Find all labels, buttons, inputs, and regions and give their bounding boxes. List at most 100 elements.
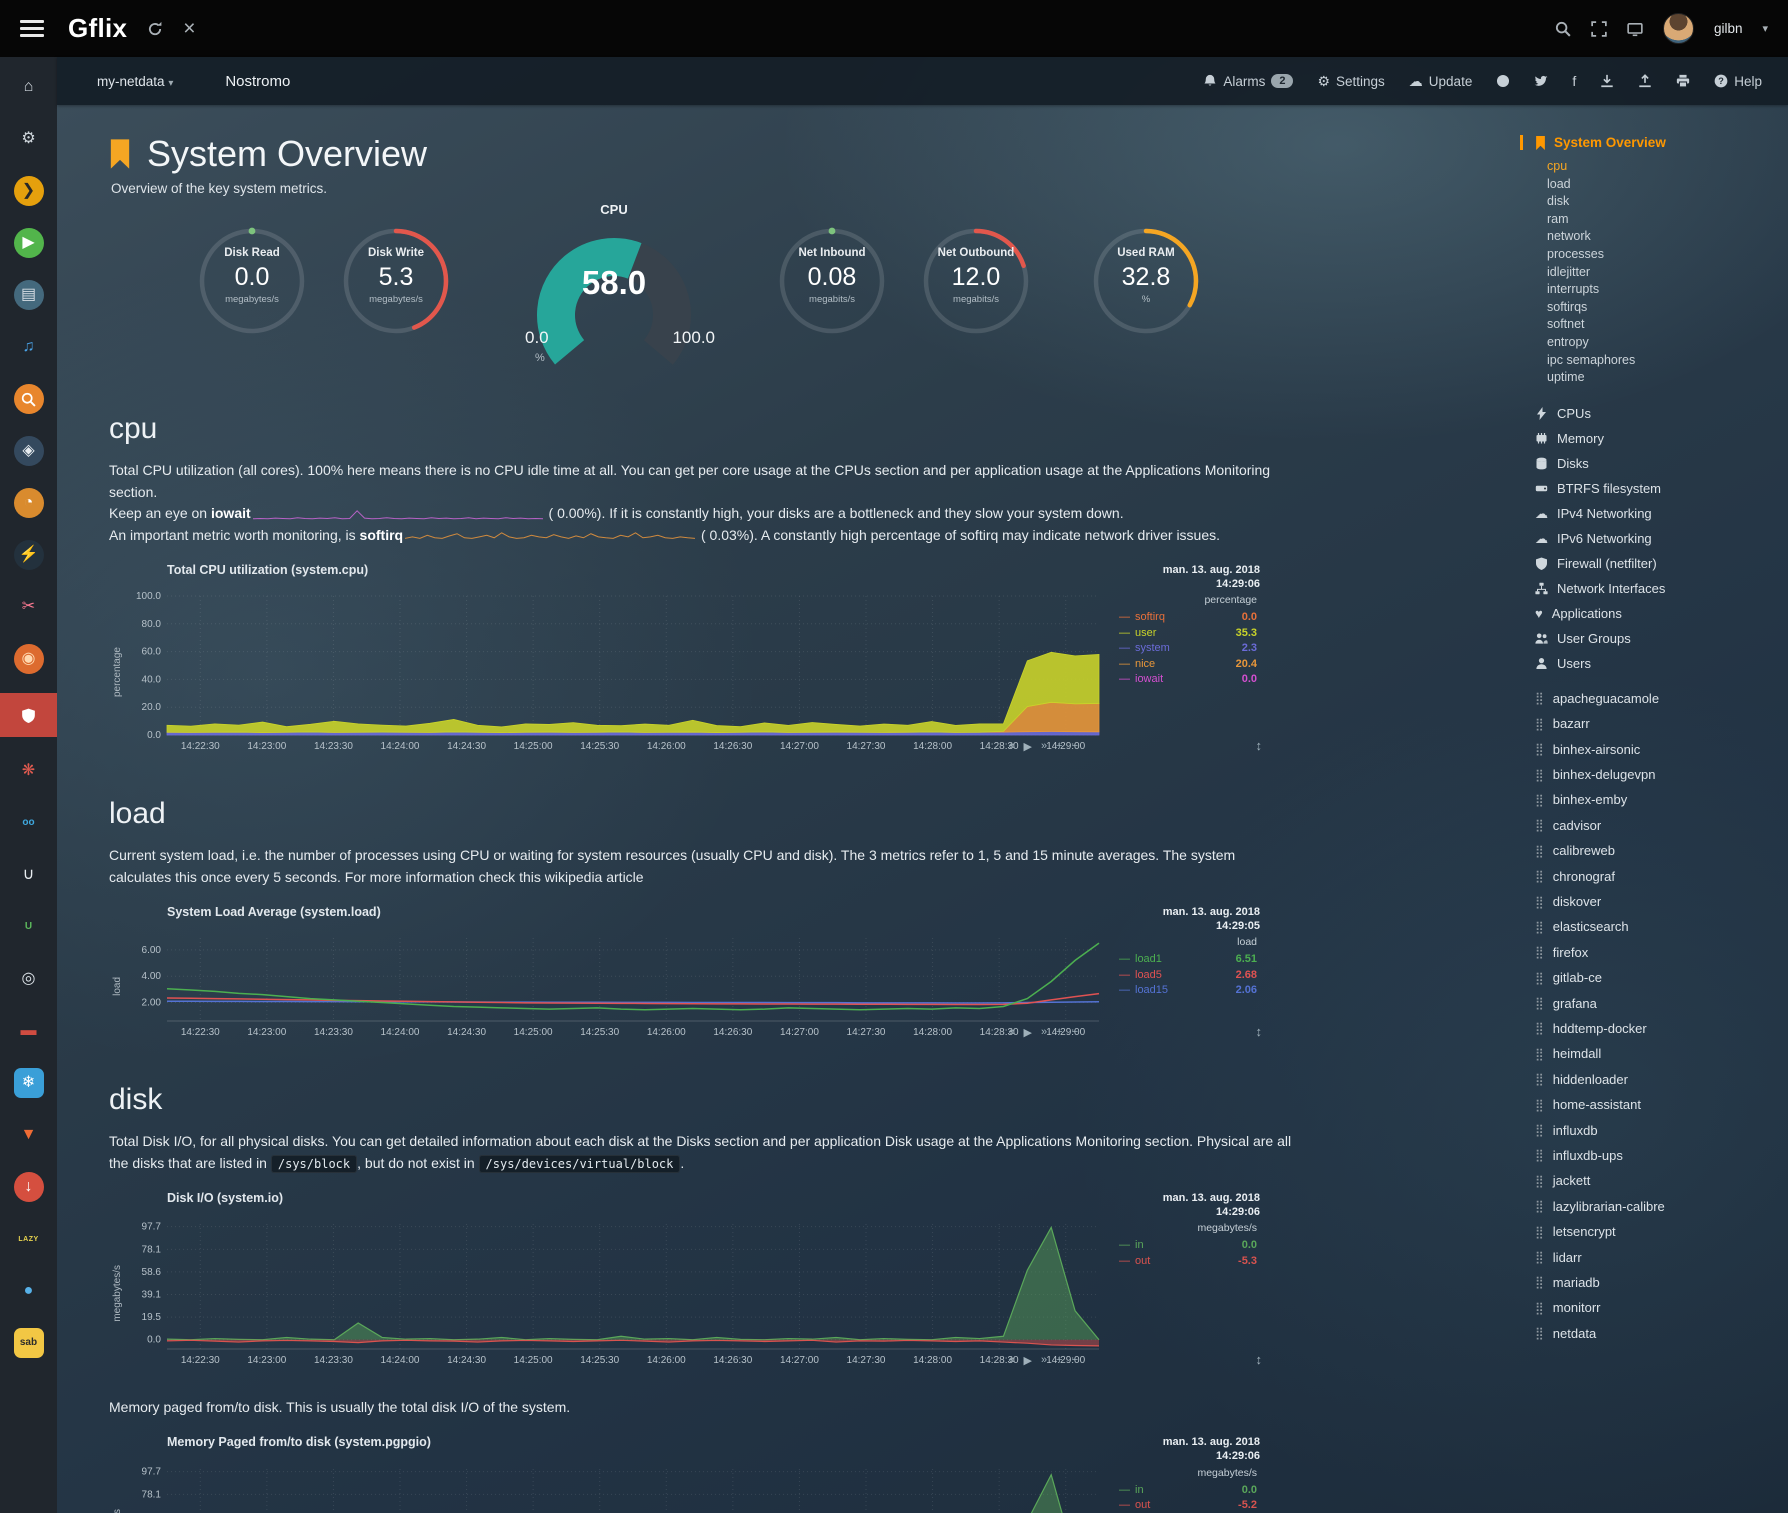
sidebar-sub-disk[interactable]: disk	[1547, 193, 1780, 211]
nav-twitter[interactable]	[1534, 74, 1548, 88]
launcher-droplet-app[interactable]: ●	[0, 1273, 57, 1309]
launcher-unmanic[interactable]: ∪	[0, 857, 57, 893]
sidebar-app-hddtemp-docker[interactable]: ⣿hddtemp-docker	[1535, 1016, 1780, 1041]
launcher-cluster[interactable]: ❋	[0, 753, 57, 789]
chart-disk[interactable]: Disk I/O (system.io)man. 13. aug. 201814…	[109, 1191, 1274, 1368]
launcher-settings[interactable]: ⚙	[0, 121, 57, 157]
close-icon[interactable]: ×	[183, 18, 195, 39]
sidebar-sub-network[interactable]: network	[1547, 228, 1780, 246]
toolbox-zoom-in-icon[interactable]: +	[1056, 740, 1062, 753]
gauge-net-inbound[interactable]: Net Inbound0.08megabits/s	[777, 226, 887, 342]
sidebar-app-chronograf[interactable]: ⣿chronograf	[1535, 863, 1780, 888]
gauge-net-outbound[interactable]: Net Outbound12.0megabits/s	[921, 226, 1031, 342]
toolbox-zoom-out-icon[interactable]: −	[1072, 1026, 1078, 1039]
chart-resize-handle[interactable]: ↕	[1256, 738, 1263, 753]
sidebar-sub-interrupts[interactable]: interrupts	[1547, 281, 1780, 299]
sidebar-category-firewall-netfilter-[interactable]: Firewall (netfilter)	[1535, 551, 1780, 576]
legend-item-nice[interactable]: —nice20.4	[1119, 657, 1257, 672]
chart-resize-handle[interactable]: ↕	[1256, 1352, 1263, 1367]
sidebar-app-influxdb[interactable]: ⣿influxdb	[1535, 1117, 1780, 1142]
launcher-emby[interactable]: ▶	[0, 225, 57, 261]
sidebar-app-jackett[interactable]: ⣿jackett	[1535, 1168, 1780, 1193]
nav-facebook[interactable]: f	[1572, 74, 1576, 88]
toolbox-zoom-in-icon[interactable]: +	[1056, 1354, 1062, 1367]
nav-export[interactable]	[1638, 74, 1652, 88]
launcher-lazylibrarian[interactable]: LAZY	[0, 1221, 57, 1257]
username[interactable]: gilbn	[1714, 21, 1743, 36]
sidebar-app-monitorr[interactable]: ⣿monitorr	[1535, 1295, 1780, 1320]
legend-item-load5[interactable]: —load52.68	[1119, 968, 1257, 983]
toolbox-pan-left-icon[interactable]: «	[1008, 1354, 1014, 1367]
sidebar-category-disks[interactable]: Disks	[1535, 451, 1780, 476]
launcher-bookstack[interactable]: ◉	[0, 641, 57, 677]
chart-plot[interactable]: 97.778.158.639.119.50.014:22:3014:23:001…	[125, 1464, 1105, 1513]
sidebar-app-apacheguacamole[interactable]: ⣿apacheguacamole	[1535, 686, 1780, 711]
sidebar-sub-entropy[interactable]: entropy	[1547, 334, 1780, 352]
launcher-snowflake-app[interactable]: ❄	[0, 1065, 57, 1101]
launcher-resilio[interactable]: oo	[0, 805, 57, 841]
sidebar-app-hiddenloader[interactable]: ⣿hiddenloader	[1535, 1067, 1780, 1092]
legend-item-load1[interactable]: —load16.51	[1119, 952, 1257, 967]
sidebar-app-binhex-airsonic[interactable]: ⣿binhex-airsonic	[1535, 737, 1780, 762]
gauge-cpu[interactable]: CPU58.00.0100.0%	[509, 202, 719, 368]
legend-item-out[interactable]: —out-5.2	[1119, 1498, 1257, 1513]
launcher-gitlab[interactable]: ▼	[0, 1117, 57, 1153]
sidebar-sub-processes[interactable]: processes	[1547, 246, 1780, 264]
launcher-pills[interactable]: ▬	[0, 1013, 57, 1049]
launcher-jackett[interactable]	[0, 381, 57, 417]
sidebar-app-lidarr[interactable]: ⣿lidarr	[1535, 1244, 1780, 1269]
nav-settings[interactable]: ⚙Settings	[1317, 74, 1384, 89]
nav-alarms[interactable]: Alarms2	[1203, 74, 1293, 89]
sidebar-category-user-groups[interactable]: User Groups	[1535, 626, 1780, 651]
sidebar-app-heimdall[interactable]: ⣿heimdall	[1535, 1041, 1780, 1066]
sidebar-category-btrfs-filesystem[interactable]: BTRFS filesystem	[1535, 476, 1780, 501]
fullscreen-icon[interactable]	[1591, 21, 1607, 37]
app-title[interactable]: Gflix	[68, 13, 127, 44]
nav-import[interactable]	[1600, 74, 1614, 88]
gauge-disk-read[interactable]: Disk Read0.0megabytes/s	[197, 226, 307, 342]
launcher-airsonic[interactable]: ♫	[0, 329, 57, 365]
screen-icon[interactable]	[1627, 21, 1643, 37]
launcher-sabnzbd[interactable]: sab	[0, 1325, 57, 1361]
sidebar-sub-ram[interactable]: ram	[1547, 211, 1780, 229]
launcher-duplicati[interactable]: ◎	[0, 961, 57, 997]
toolbox-pan-right-icon[interactable]: »	[1041, 1026, 1047, 1039]
toolbox-zoom-in-icon[interactable]: +	[1056, 1026, 1062, 1039]
sidebar-category-memory[interactable]: Memory	[1535, 426, 1780, 451]
chart-resize-handle[interactable]: ↕	[1256, 1024, 1263, 1039]
legend-item-out[interactable]: —out-5.3	[1119, 1254, 1257, 1269]
legend-item-system[interactable]: —system2.3	[1119, 641, 1257, 656]
nav-github[interactable]	[1496, 74, 1510, 88]
sidebar-app-binhex-delugevpn[interactable]: ⣿binhex-delugevpn	[1535, 762, 1780, 787]
sidebar-sub-idlejitter[interactable]: idlejitter	[1547, 264, 1780, 282]
toolbox-pan-right-icon[interactable]: »	[1041, 1354, 1047, 1367]
sidebar-section-system-overview[interactable]: System Overview	[1520, 135, 1780, 150]
host-dropdown[interactable]: my-netdata ▾	[97, 74, 173, 89]
chart-plot[interactable]: 100.080.060.040.020.00.014:22:3014:23:00…	[125, 591, 1105, 753]
sidebar-sub-cpu[interactable]: cpu	[1547, 158, 1780, 176]
sidebar-app-home-assistant[interactable]: ⣿home-assistant	[1535, 1092, 1780, 1117]
toolbox-play-icon[interactable]: ▶	[1024, 1026, 1032, 1039]
toolbox-play-icon[interactable]: ▶	[1024, 1354, 1032, 1367]
sidebar-app-influxdb-ups[interactable]: ⣿influxdb-ups	[1535, 1143, 1780, 1168]
sidebar-category-cpus[interactable]: CPUs	[1535, 401, 1780, 426]
search-icon[interactable]	[1555, 21, 1571, 37]
nav-print[interactable]	[1676, 74, 1690, 88]
sidebar-category-users[interactable]: Users	[1535, 651, 1780, 676]
launcher-home[interactable]: ⌂	[0, 69, 57, 105]
sidebar-sub-softirqs[interactable]: softirqs	[1547, 299, 1780, 317]
nav-update[interactable]: ☁Update	[1409, 74, 1473, 89]
toolbox-pan-right-icon[interactable]: »	[1041, 740, 1047, 753]
sidebar-app-calibreweb[interactable]: ⣿calibreweb	[1535, 838, 1780, 863]
toolbox-play-icon[interactable]: ▶	[1024, 740, 1032, 753]
sidebar-app-grafana[interactable]: ⣿grafana	[1535, 990, 1780, 1015]
sidebar-app-diskover[interactable]: ⣿diskover	[1535, 889, 1780, 914]
sidebar-app-cadvisor[interactable]: ⣿cadvisor	[1535, 813, 1780, 838]
toolbox-zoom-out-icon[interactable]: −	[1072, 1354, 1078, 1367]
legend-item-load15[interactable]: —load152.06	[1119, 983, 1257, 998]
chart-plot[interactable]: 6.004.002.0014:22:3014:23:0014:23:3014:2…	[125, 933, 1105, 1039]
launcher-netdata[interactable]	[0, 693, 57, 737]
toolbox-pan-left-icon[interactable]: «	[1008, 1026, 1014, 1039]
launcher-tautulli[interactable]: ◔	[0, 485, 57, 521]
sidebar-app-binhex-emby[interactable]: ⣿binhex-emby	[1535, 787, 1780, 812]
